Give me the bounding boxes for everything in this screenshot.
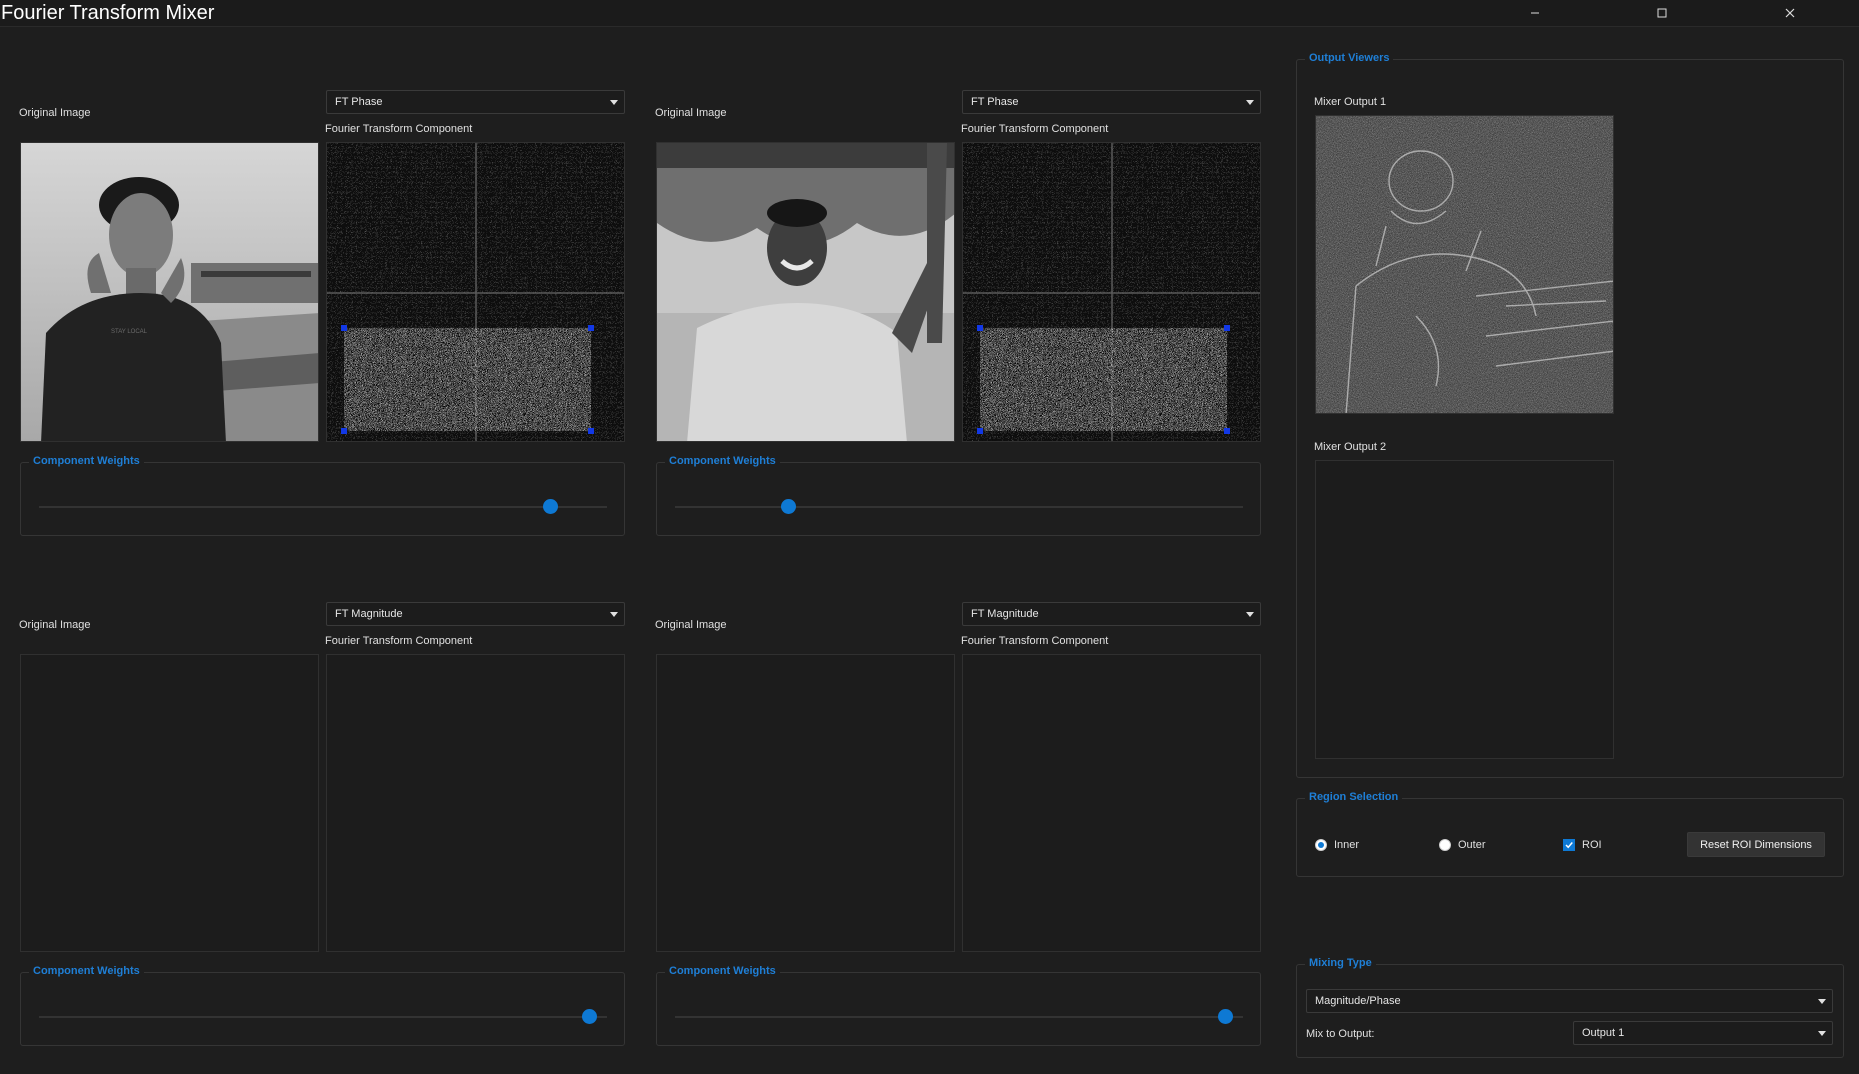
original-image-viewer[interactable]	[20, 654, 319, 952]
weight-slider-track[interactable]	[675, 1016, 1243, 1018]
chevron-down-icon	[610, 612, 618, 617]
maximize-icon	[1657, 8, 1667, 18]
ft-component-viewer[interactable]	[326, 654, 625, 952]
original-image-photo	[657, 143, 954, 441]
original-image-label: Original Image	[19, 107, 91, 119]
ft-phase-plot	[963, 143, 1260, 441]
ft-component-select[interactable]: FT Phase	[962, 90, 1261, 114]
component-weights-group: Component Weights	[656, 965, 1261, 1046]
roi-rectangle	[344, 328, 591, 431]
original-image-viewer[interactable]	[656, 142, 955, 442]
ft-component-select[interactable]: FT Magnitude	[962, 602, 1261, 626]
chevron-down-icon	[1246, 612, 1254, 617]
outer-radio-label[interactable]: Outer	[1458, 839, 1486, 851]
ft-component-label: Fourier Transform Component	[325, 123, 473, 135]
component-weights-title: Component Weights	[29, 965, 144, 977]
inner-radio-label[interactable]: Inner	[1334, 839, 1359, 851]
window-title: Fourier Transform Mixer	[1, 2, 215, 24]
minimize-button[interactable]	[1512, 0, 1558, 26]
output-target-select[interactable]: Output 1	[1573, 1021, 1833, 1045]
mixing-type-title: Mixing Type	[1305, 957, 1376, 969]
weight-slider-track[interactable]	[39, 1016, 607, 1018]
output-viewers-group: Output Viewers Mixer Output 1 Mixer Outp…	[1296, 52, 1844, 778]
ft-component-viewer[interactable]	[962, 654, 1261, 952]
component-weights-title: Component Weights	[665, 455, 780, 467]
outer-radio-button[interactable]	[1439, 839, 1451, 851]
ft-component-select-value: FT Magnitude	[335, 608, 403, 620]
minimize-icon	[1530, 8, 1540, 18]
mixing-mode-select-value: Magnitude/Phase	[1315, 995, 1401, 1007]
mixer-output-1-image	[1316, 116, 1613, 413]
mixing-type-group: Mixing Type Magnitude/Phase Mix to Outpu…	[1296, 957, 1844, 1058]
weight-slider-track[interactable]	[675, 506, 1243, 508]
ft-phase-plot	[327, 143, 624, 441]
region-selection-title: Region Selection	[1305, 791, 1403, 803]
weight-slider-handle[interactable]	[542, 499, 558, 514]
mixer-output-1-viewer[interactable]	[1315, 115, 1614, 414]
original-image-photo: STAY LOCAL	[21, 143, 318, 441]
roi-checkbox-label[interactable]: ROI	[1582, 839, 1602, 851]
output-viewers-title: Output Viewers	[1305, 52, 1394, 64]
mixer-output-2-viewer[interactable]	[1315, 460, 1614, 759]
svg-text:STAY LOCAL: STAY LOCAL	[111, 329, 148, 335]
chevron-down-icon	[1246, 100, 1254, 105]
mix-to-output-label: Mix to Output:	[1306, 1028, 1375, 1040]
ft-component-viewer[interactable]	[962, 142, 1261, 442]
close-icon	[1785, 8, 1795, 18]
weight-slider-handle[interactable]	[582, 1009, 598, 1024]
roi-rectangle	[980, 328, 1227, 431]
original-image-label: Original Image	[655, 619, 727, 631]
maximize-button[interactable]	[1639, 0, 1685, 26]
original-image-label: Original Image	[655, 107, 727, 119]
title-bar: Fourier Transform Mixer	[0, 0, 1859, 27]
close-button[interactable]	[1767, 0, 1813, 26]
original-image-viewer[interactable]	[656, 654, 955, 952]
checkmark-icon	[1565, 842, 1573, 849]
chevron-down-icon	[1818, 999, 1826, 1004]
ft-component-select-value: FT Magnitude	[971, 608, 1039, 620]
ft-component-select-value: FT Phase	[335, 96, 383, 108]
mixer-output-2-label: Mixer Output 2	[1314, 441, 1387, 453]
mixing-mode-select[interactable]: Magnitude/Phase	[1306, 989, 1833, 1013]
output-target-select-value: Output 1	[1582, 1027, 1625, 1039]
mixer-output-1-label: Mixer Output 1	[1314, 96, 1387, 108]
inner-radio-button[interactable]	[1315, 839, 1327, 851]
weight-slider-track[interactable]	[39, 506, 607, 508]
component-weights-title: Component Weights	[29, 455, 144, 467]
original-image-viewer[interactable]: STAY LOCAL	[20, 142, 319, 442]
ft-component-viewer[interactable]	[326, 142, 625, 442]
ft-component-label: Fourier Transform Component	[961, 123, 1109, 135]
chevron-down-icon	[610, 100, 618, 105]
component-weights-group: Component Weights	[20, 965, 625, 1046]
ft-component-select-value: FT Phase	[971, 96, 1019, 108]
ft-component-select[interactable]: FT Phase	[326, 90, 625, 114]
chevron-down-icon	[1818, 1031, 1826, 1036]
original-image-label: Original Image	[19, 619, 91, 631]
roi-checkbox-box[interactable]	[1563, 839, 1575, 851]
reset-roi-button[interactable]: Reset ROI Dimensions	[1687, 832, 1825, 857]
ft-component-label: Fourier Transform Component	[325, 635, 473, 647]
ft-component-label: Fourier Transform Component	[961, 635, 1109, 647]
component-weights-group: Component Weights	[656, 455, 1261, 536]
region-selection-group: Region Selection Inner Outer ROI Reset R…	[1296, 791, 1844, 877]
ft-component-select[interactable]: FT Magnitude	[326, 602, 625, 626]
component-weights-group: Component Weights	[20, 455, 625, 536]
weight-slider-handle[interactable]	[781, 499, 797, 514]
component-weights-title: Component Weights	[665, 965, 780, 977]
weight-slider-handle[interactable]	[1218, 1009, 1234, 1024]
